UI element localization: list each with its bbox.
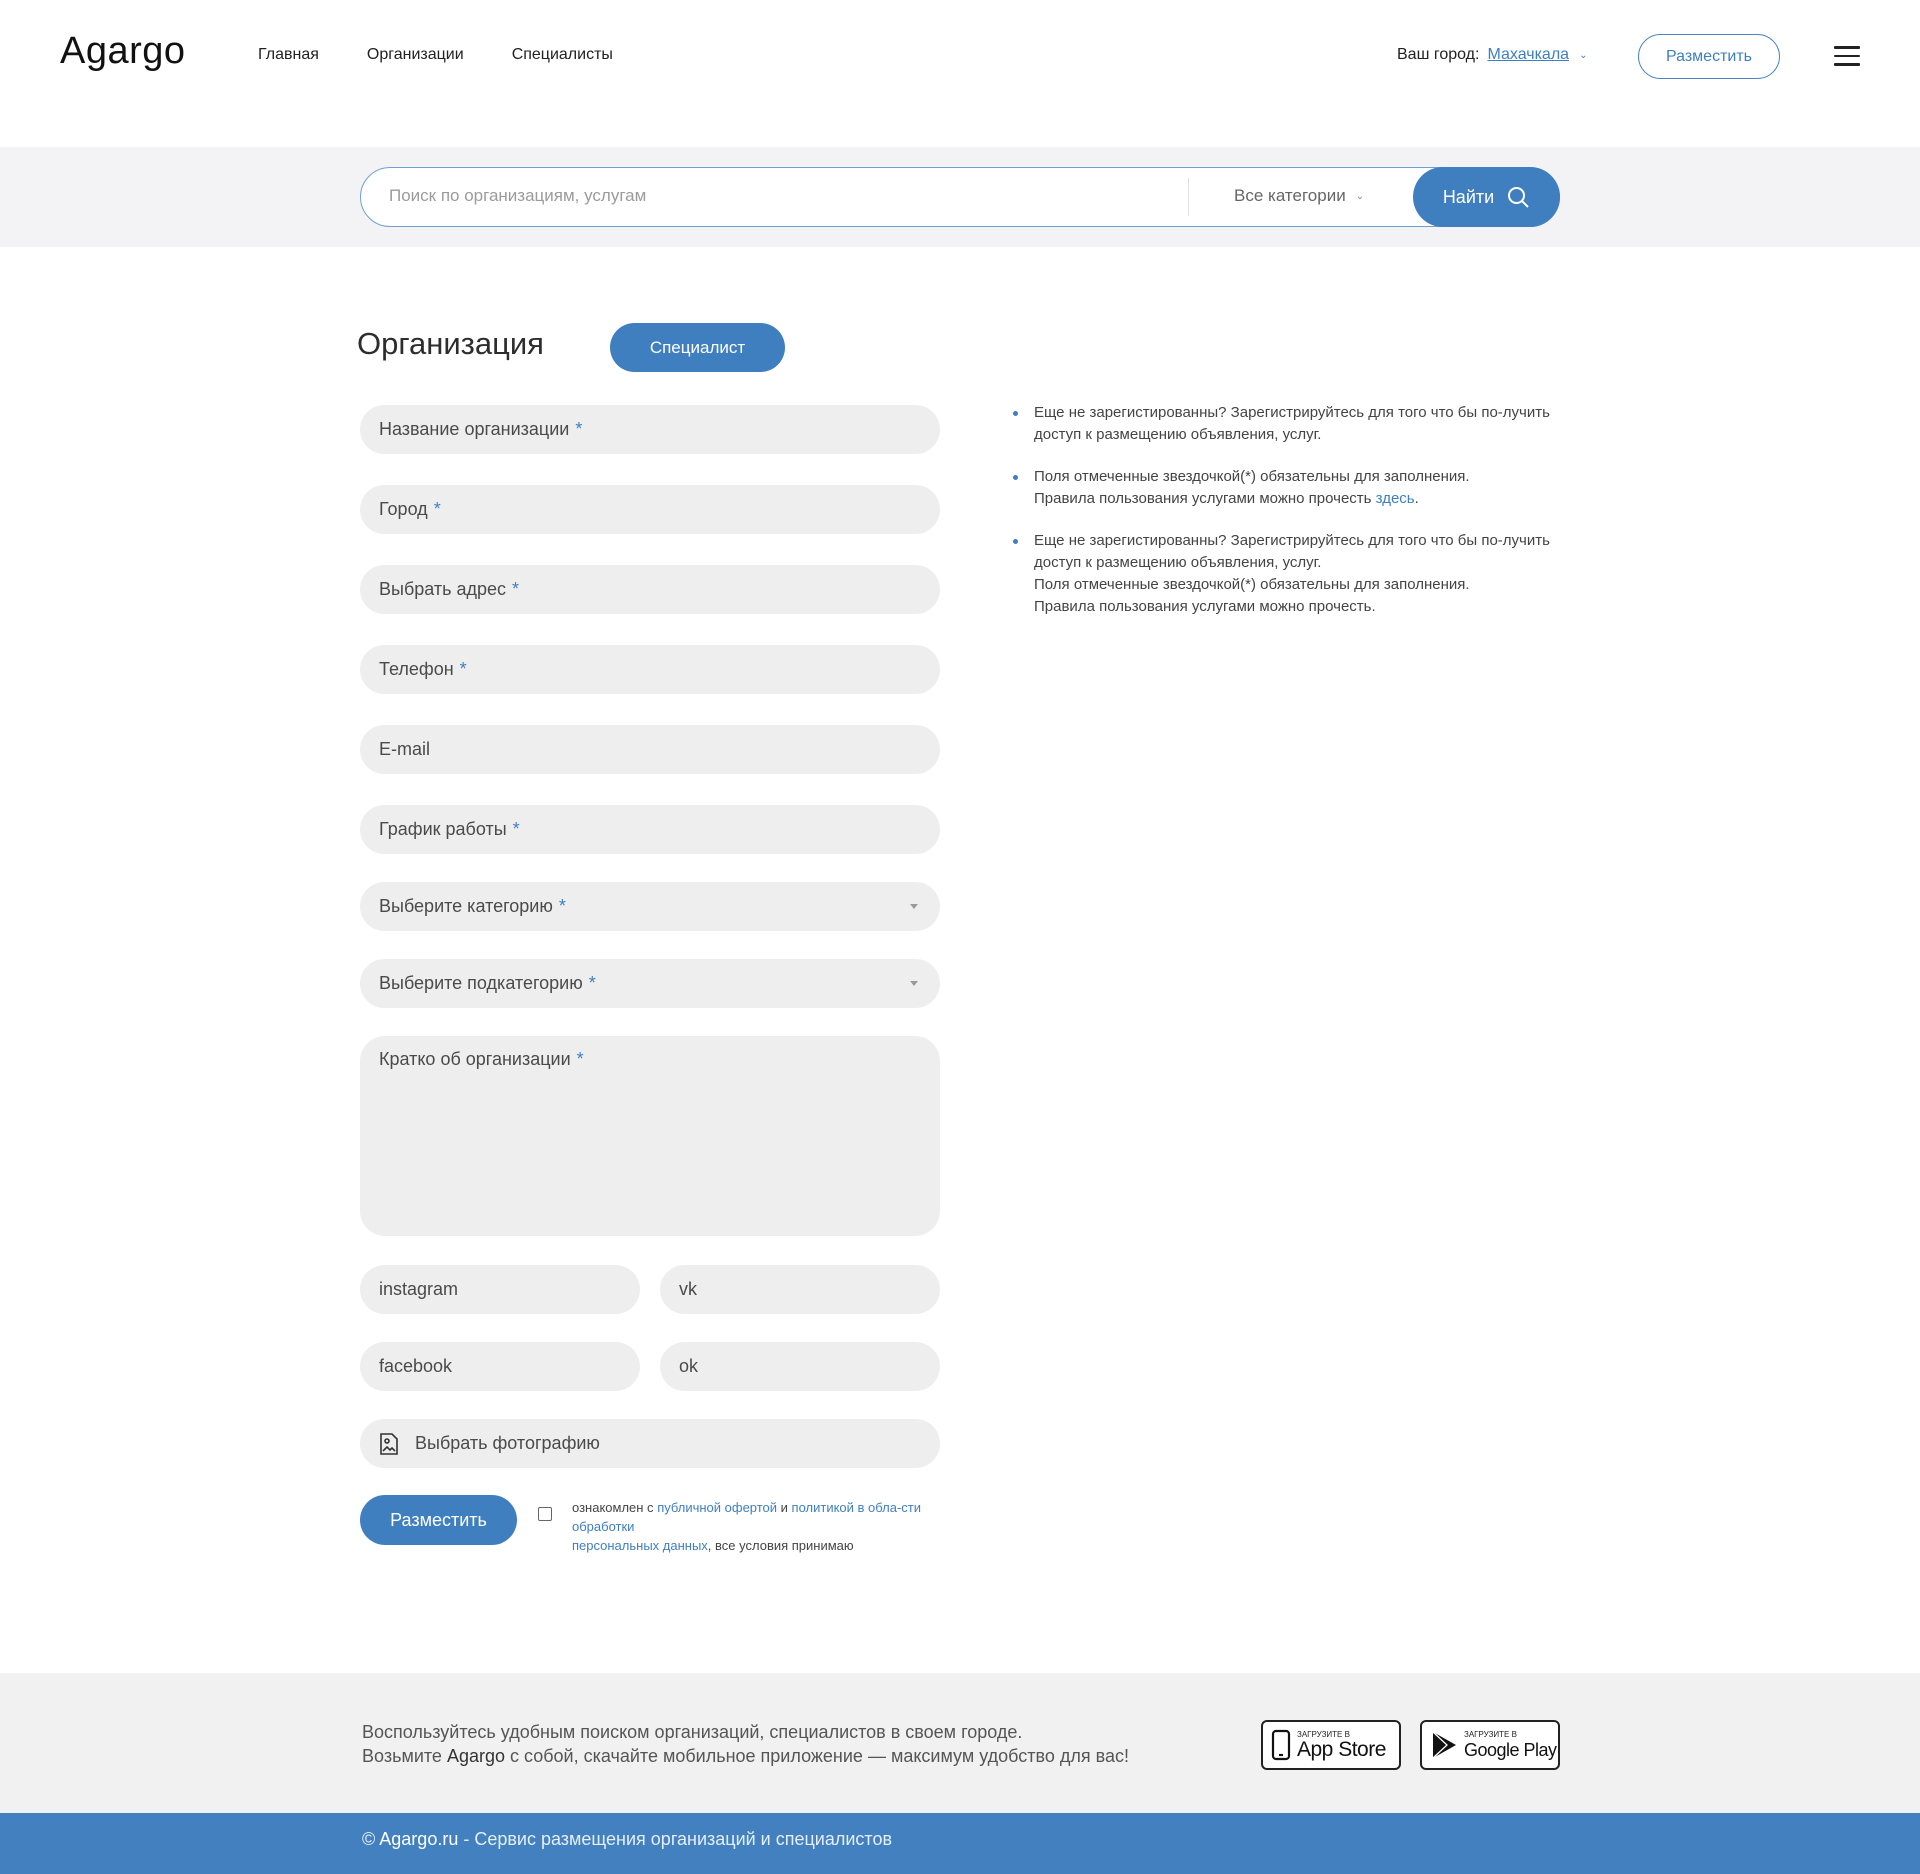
caret-down-icon — [910, 904, 918, 909]
personal-data-link[interactable]: персональных данных — [572, 1538, 708, 1553]
search-button-label: Найти — [1442, 186, 1495, 207]
photo-upload-label: Выбрать фотографию — [415, 1433, 600, 1453]
copyright-symbol: © — [362, 1829, 380, 1849]
tab-organization[interactable]: Организация — [357, 326, 544, 362]
category-select[interactable]: Все категории ⌄ — [1234, 186, 1364, 206]
city-selector: Ваш город: Махачкала ⌄ — [1397, 46, 1587, 64]
nav-link-organizations[interactable]: Организации — [367, 46, 464, 64]
city-label: Ваш город: — [1397, 46, 1480, 63]
required-mark: * — [433, 499, 441, 519]
field-placeholder: Выберите категорию — [379, 896, 553, 916]
info-item: Поля отмеченные звездочкой(*) обязательн… — [1010, 466, 1565, 510]
ok-field[interactable]: ok — [660, 1342, 940, 1391]
required-mark: * — [575, 419, 583, 439]
field-placeholder: instagram — [379, 1279, 459, 1299]
agree-text: ознакомлен с публичной офертой и политик… — [572, 1498, 942, 1555]
footer-brand: Agargo — [446, 1746, 505, 1766]
field-placeholder: Название организации — [379, 419, 570, 439]
instagram-field[interactable]: instagram — [360, 1265, 640, 1314]
chevron-down-icon: ⌄ — [1355, 190, 1365, 202]
chevron-down-icon[interactable]: ⌄ — [1579, 50, 1587, 61]
search-icon — [1508, 187, 1529, 208]
google-play-small: ЗАГРУЗИТЕ В — [1464, 1729, 1517, 1739]
field-placeholder: Выбрать адрес — [379, 579, 507, 599]
info-text: Правила пользования услугами можно проче… — [1034, 598, 1376, 615]
city-field[interactable]: Город * — [360, 485, 940, 534]
field-placeholder: Выберите подкатегорию — [379, 973, 583, 993]
footer-line-2-suffix: с собой, скачайте мобильное приложение —… — [504, 1746, 1129, 1766]
category-select-label: Все категории — [1234, 186, 1346, 205]
photo-upload[interactable]: Выбрать фотографию — [360, 1419, 940, 1468]
copyright-suffix: - Сервис размещения организаций и специа… — [458, 1829, 893, 1849]
nav-link-home[interactable]: Главная — [258, 46, 319, 64]
rules-link[interactable]: здесь — [1376, 490, 1415, 507]
field-placeholder: Телефон — [379, 659, 454, 679]
info-text: Еще не зарегистированны? Зарегистрируйте… — [1034, 404, 1550, 443]
agree-prefix: ознакомлен с — [572, 1500, 658, 1515]
vk-field[interactable]: vk — [660, 1265, 940, 1314]
hamburger-menu-icon[interactable] — [1834, 46, 1860, 66]
required-mark: * — [459, 659, 467, 679]
play-icon — [1432, 1731, 1456, 1759]
info-text: Правила пользования услугами можно проче… — [1034, 490, 1376, 507]
required-mark: * — [512, 579, 520, 599]
copyright-bar — [0, 1813, 1920, 1874]
post-button-header[interactable]: Разместить — [1638, 34, 1780, 79]
search-bar: Все категории ⌄ — [360, 167, 1560, 227]
field-placeholder: Кратко об организации — [379, 1049, 571, 1069]
subcategory-dropdown[interactable]: Выберите подкатегорию * — [360, 959, 940, 1008]
footer-line-2-prefix: Возьмите — [362, 1746, 447, 1766]
category-dropdown[interactable]: Выберите категорию * — [360, 882, 940, 931]
info-item: Еще не зарегистированны? Зарегистрируйте… — [1010, 530, 1565, 618]
info-text: Поля отмеченные звездочкой(*) обязательн… — [1034, 468, 1470, 485]
field-placeholder: E-mail — [379, 739, 431, 759]
copyright-brand: Agargo.ru — [379, 1829, 459, 1849]
image-file-icon — [380, 1432, 398, 1455]
nav-link-specialists[interactable]: Специалисты — [512, 46, 613, 64]
schedule-field[interactable]: График работы * — [360, 805, 940, 854]
field-placeholder: vk — [679, 1279, 697, 1299]
copyright-text: © Agargo.ru - Сервис размещения организа… — [362, 1829, 892, 1850]
app-store-label: App Store — [1297, 1737, 1386, 1761]
info-text: Поля отмеченные звездочкой(*) обязательн… — [1034, 576, 1470, 593]
search-input[interactable] — [389, 186, 1169, 206]
field-placeholder: ok — [679, 1356, 699, 1376]
about-textarea[interactable]: Кратко об организации * — [360, 1036, 940, 1236]
agree-checkbox[interactable] — [538, 1507, 552, 1521]
logo[interactable]: Agargo — [60, 30, 186, 73]
field-placeholder: Город — [379, 499, 428, 519]
required-mark: * — [512, 819, 520, 839]
required-mark: * — [588, 973, 596, 993]
submit-button[interactable]: Разместить — [360, 1495, 517, 1545]
field-placeholder: График работы — [379, 819, 507, 839]
public-offer-link[interactable]: публичной офертой — [657, 1500, 777, 1515]
email-field[interactable]: E-mail — [360, 725, 940, 774]
footer-line-1: Воспользуйтесь удобным поиском организац… — [362, 1722, 1023, 1742]
google-play-label: Google Play — [1464, 1739, 1557, 1760]
city-link[interactable]: Махачкала — [1487, 46, 1569, 64]
app-store-badge[interactable]: ЗАГРУЗИТЕ В App Store — [1261, 1720, 1401, 1770]
caret-down-icon — [910, 981, 918, 986]
info-item: Еще не зарегистированны? Зарегистрируйте… — [1010, 402, 1565, 446]
info-text: Еще не зарегистированны? Зарегистрируйте… — [1034, 532, 1550, 571]
address-field[interactable]: Выбрать адрес * — [360, 565, 940, 614]
agree-suffix: , все условия принимаю — [707, 1538, 854, 1553]
field-placeholder: facebook — [379, 1356, 453, 1376]
info-text: . — [1414, 490, 1419, 507]
footer-promo-text: Воспользуйтесь удобным поиском организац… — [362, 1720, 1129, 1768]
required-mark: * — [558, 896, 566, 916]
facebook-field[interactable]: facebook — [360, 1342, 640, 1391]
phone-field[interactable]: Телефон * — [360, 645, 940, 694]
site-header: Agargo Главная Организации Специалисты В… — [0, 0, 1920, 147]
phone-icon — [1271, 1729, 1291, 1761]
search-button[interactable]: Найти — [1413, 167, 1560, 227]
main-nav: Главная Организации Специалисты — [258, 46, 613, 64]
search-divider — [1188, 178, 1189, 216]
google-play-badge[interactable]: ЗАГРУЗИТЕ В Google Play — [1420, 1720, 1560, 1770]
required-mark: * — [576, 1049, 584, 1069]
tab-specialist[interactable]: Специалист — [610, 323, 785, 372]
agree-and: и — [777, 1500, 792, 1515]
info-list: Еще не зарегистированны? Зарегистрируйте… — [1010, 402, 1565, 638]
org-name-field[interactable]: Название организации * — [360, 405, 940, 454]
